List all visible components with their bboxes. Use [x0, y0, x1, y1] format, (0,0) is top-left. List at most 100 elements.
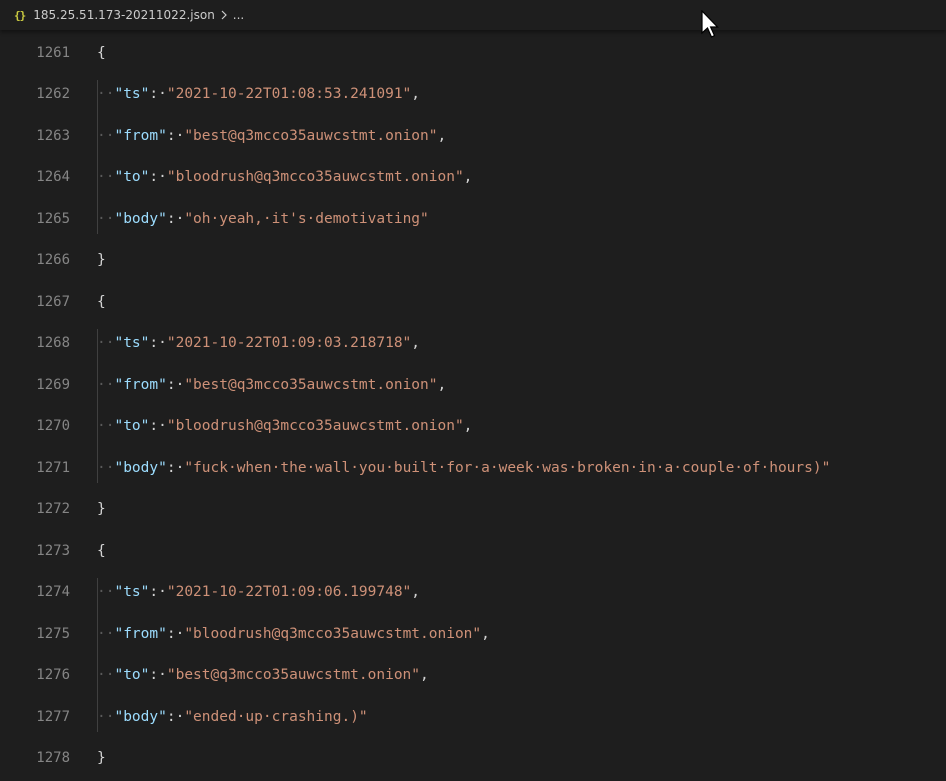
colon-separator: :·	[149, 169, 167, 186]
code-text: ··"body":·"oh·yeah,·it's·demotivating"	[97, 211, 429, 227]
colon-separator: :·	[166, 708, 185, 725]
code-line[interactable]: 1274 ··"ts":·"2021-10-22T01:09:06.199748"…	[0, 572, 946, 614]
colon-separator: :·	[149, 667, 167, 684]
line-number: 1264	[36, 169, 70, 186]
code-editor[interactable]: 1261 {1262 ··"ts":·"2021-10-22T01:08:53.24…	[0, 32, 946, 781]
indent-whitespace: ··	[97, 625, 115, 642]
code-text: ··"body":·"fuck·when·the·wall·you·built·…	[97, 460, 830, 476]
breadcrumb-file-name[interactable]: 185.25.51.173-20211022.json	[33, 8, 215, 22]
code-text: ··"ts":·"2021-10-22T01:09:03.218718",	[97, 335, 420, 351]
json-value: "2021-10-22T01:08:53.241091"	[166, 86, 412, 103]
indent-whitespace: ··	[97, 667, 115, 684]
code-text: ··"from":·"best@q3mcco35auwcstmt.onion",	[97, 128, 446, 144]
code-line[interactable]: 1278}	[0, 738, 946, 780]
code-line[interactable]: 1264 ··"to":·"bloodrush@q3mcco35auwcstmt.…	[0, 157, 946, 199]
code-text: ··"from":·"best@q3mcco35auwcstmt.onion",	[97, 377, 446, 393]
indent-whitespace: ··	[97, 86, 115, 103]
indent-whitespace: ··	[97, 127, 115, 144]
json-value: "best@q3mcco35auwcstmt.onion"	[184, 127, 438, 144]
line-number: 1263	[36, 127, 70, 144]
line-number: 1267	[36, 293, 70, 310]
line-number: 1278	[36, 750, 70, 767]
comma: ,	[411, 584, 421, 601]
comma: ,	[411, 86, 421, 103]
colon-separator: :·	[166, 625, 185, 642]
colon-separator: :·	[166, 376, 185, 393]
chevron-right-icon	[221, 10, 227, 20]
code-line[interactable]: 1269 ··"from":·"best@q3mcco35auwcstmt.oni…	[0, 364, 946, 406]
json-key: "from"	[114, 127, 167, 144]
colon-separator: :·	[149, 418, 167, 435]
colon-separator: :·	[166, 459, 185, 476]
editor-window: {} 185.25.51.173-20211022.json ... 1261 {…	[0, 0, 946, 781]
code-line[interactable]: 1270 ··"to":·"bloodrush@q3mcco35auwcstmt.…	[0, 406, 946, 448]
indent-guide	[97, 328, 98, 483]
indent-guide	[97, 577, 98, 732]
code-text: ··"from":·"bloodrush@q3mcco35auwcstmt.on…	[97, 626, 490, 642]
indent-whitespace: ··	[97, 376, 115, 393]
code-text: }	[97, 252, 106, 268]
comma: ,	[463, 169, 473, 186]
brace: }	[97, 252, 106, 269]
colon-separator: :·	[149, 335, 167, 352]
indent-whitespace: ··	[97, 708, 115, 725]
code-text: ··"to":·"best@q3mcco35auwcstmt.onion",	[97, 667, 429, 683]
indent-guide	[97, 79, 98, 234]
comma: ,	[437, 376, 447, 393]
breadcrumb-ellipsis[interactable]: ...	[233, 8, 244, 22]
brace: }	[97, 750, 106, 767]
line-number: 1275	[36, 625, 70, 642]
json-value: "bloodrush@q3mcco35auwcstmt.onion"	[184, 625, 482, 642]
line-number: 1266	[36, 252, 70, 269]
code-line[interactable]: 1267 {	[0, 281, 946, 323]
line-number: 1277	[36, 708, 70, 725]
code-line[interactable]: 1275 ··"from":·"bloodrush@q3mcco35auwcstm…	[0, 613, 946, 655]
code-text: }	[97, 750, 106, 766]
mouse-pointer-icon	[701, 10, 719, 38]
indent-whitespace: ··	[97, 418, 115, 435]
brace: }	[97, 501, 106, 518]
code-line[interactable]: 1265 ··"body":·"oh·yeah,·it's·demotivatin…	[0, 198, 946, 240]
code-text: {	[97, 294, 106, 310]
json-value: "bloodrush@q3mcco35auwcstmt.onion"	[166, 169, 464, 186]
code-text: {	[97, 45, 106, 61]
code-text: ··"ts":·"2021-10-22T01:09:06.199748",	[97, 584, 420, 600]
code-text: ··"to":·"bloodrush@q3mcco35auwcstmt.onio…	[97, 418, 472, 434]
line-number: 1272	[36, 501, 70, 518]
code-line[interactable]: 1268 ··"ts":·"2021-10-22T01:09:03.218718"…	[0, 323, 946, 365]
comma: ,	[420, 667, 429, 684]
code-line[interactable]: 1261 {	[0, 32, 946, 74]
json-key: "to"	[114, 418, 150, 435]
line-number: 1274	[36, 584, 70, 601]
line-number: 1273	[36, 542, 70, 559]
json-key: "ts"	[114, 335, 150, 352]
brace: {	[97, 293, 106, 310]
json-value: "oh·yeah,·it's·demotivating"	[184, 210, 429, 227]
json-value: "ended·up·crashing.)"	[184, 708, 368, 725]
code-line[interactable]: 1266}	[0, 240, 946, 282]
code-line[interactable]: 1272}	[0, 489, 946, 531]
indent-whitespace: ··	[97, 459, 115, 476]
json-key: "from"	[114, 625, 167, 642]
indent-whitespace: ··	[97, 335, 115, 352]
indent-whitespace: ··	[97, 210, 115, 227]
json-key: "to"	[114, 169, 150, 186]
line-number: 1276	[36, 667, 70, 684]
json-key: "to"	[114, 667, 150, 684]
code-line[interactable]: 1273 {	[0, 530, 946, 572]
code-line[interactable]: 1271 ··"body":·"fuck·when·the·wall·you·bu…	[0, 447, 946, 489]
breadcrumb: {} 185.25.51.173-20211022.json ...	[0, 0, 946, 30]
code-line[interactable]: 1262 ··"ts":·"2021-10-22T01:08:53.241091"…	[0, 74, 946, 116]
json-key: "ts"	[114, 86, 150, 103]
code-line[interactable]: 1263 ··"from":·"best@q3mcco35auwcstmt.oni…	[0, 115, 946, 157]
brace: {	[97, 44, 106, 61]
line-number: 1265	[36, 210, 70, 227]
line-number: 1261	[36, 44, 70, 61]
code-text: {	[97, 543, 106, 559]
code-line[interactable]: 1276 ··"to":·"best@q3mcco35auwcstmt.onion…	[0, 655, 946, 697]
json-value: "fuck·when·the·wall·you·built·for·a·week…	[184, 459, 831, 476]
line-number: 1268	[36, 335, 70, 352]
line-number: 1271	[36, 459, 70, 476]
code-line[interactable]: 1277 ··"body":·"ended·up·crashing.)"	[0, 696, 946, 738]
json-value: "2021-10-22T01:09:03.218718"	[166, 335, 412, 352]
